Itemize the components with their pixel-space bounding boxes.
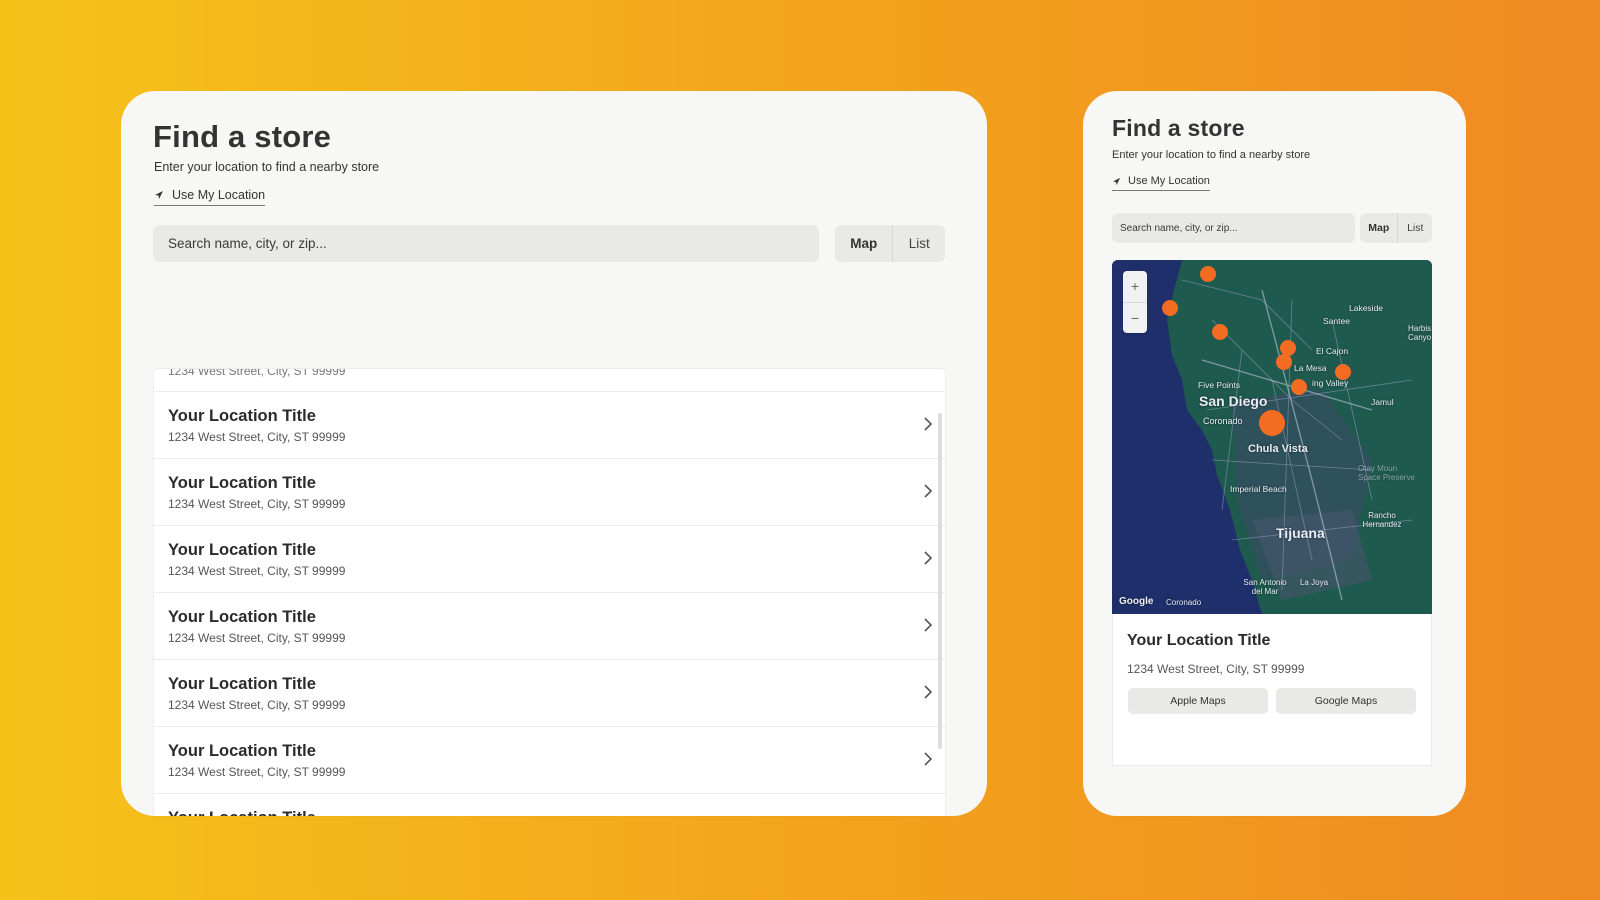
location-address: 1234 West Street, City, ST 99999 bbox=[168, 430, 346, 444]
location-address: 1234 West Street, City, ST 99999 bbox=[168, 698, 346, 712]
map-label: Rancho Hernandez bbox=[1362, 511, 1402, 529]
location-address: 1234 West Street, City, ST 99999 bbox=[168, 631, 346, 645]
use-my-location-link[interactable]: Use My Location bbox=[154, 188, 266, 206]
zoom-out-button[interactable]: − bbox=[1123, 303, 1147, 334]
zoom-in-button[interactable]: + bbox=[1123, 271, 1147, 303]
location-address: 1234 West Street, City, ST 99999 bbox=[168, 497, 346, 511]
store-pin-cluster[interactable] bbox=[1259, 410, 1285, 436]
chevron-right-icon bbox=[924, 551, 933, 565]
location-arrow-icon bbox=[1112, 177, 1121, 185]
search-input[interactable] bbox=[153, 225, 819, 262]
chevron-right-icon bbox=[924, 618, 933, 632]
view-toggle: Map List bbox=[835, 225, 945, 262]
mobile-search-input[interactable] bbox=[1112, 213, 1355, 243]
mobile-list-view-button[interactable]: List bbox=[1398, 213, 1432, 243]
location-title: Your Location Title bbox=[168, 474, 316, 492]
mobile-page-title: Find a store bbox=[1112, 115, 1245, 141]
selected-location-title: Your Location Title bbox=[1127, 632, 1271, 649]
mobile-page-subtitle: Enter your location to find a nearby sto… bbox=[1112, 149, 1311, 161]
map-label: La Mesa bbox=[1294, 363, 1327, 373]
map-label: San Antonio del Mar bbox=[1243, 578, 1287, 596]
map-label: Tijuana bbox=[1276, 525, 1325, 541]
page-subtitle: Enter your location to find a nearby sto… bbox=[154, 160, 380, 174]
selected-location-card: Your Location Title 1234 West Street, Ci… bbox=[1112, 614, 1432, 766]
map-label: Five Points bbox=[1198, 380, 1241, 390]
chevron-right-icon bbox=[924, 484, 933, 498]
location-address: 1234 West Street, City, ST 99999 bbox=[168, 765, 346, 779]
list-scrollbar[interactable] bbox=[938, 413, 942, 749]
map-label: ing Valley bbox=[1312, 378, 1349, 388]
list-view-button[interactable]: List bbox=[893, 225, 945, 262]
list-item-partial[interactable]: 1234 West Street, City, ST 99999 bbox=[154, 369, 945, 392]
map-label: Coronado bbox=[1203, 416, 1243, 426]
map-label: El Cajon bbox=[1316, 346, 1349, 356]
map-label: Chula Vista bbox=[1248, 443, 1308, 455]
location-list-item[interactable]: Your Location Title 1234 West Street, Cit… bbox=[154, 392, 945, 459]
store-pin[interactable] bbox=[1280, 340, 1296, 356]
location-list-item[interactable]: Your Location Title1234 West Street, Cit… bbox=[154, 794, 945, 816]
location-list-item[interactable]: Your Location Title 1234 West Street, Cit… bbox=[154, 727, 945, 794]
location-list-item[interactable]: Your Location Title 1234 West Street, Cit… bbox=[154, 660, 945, 727]
location-title: Your Location Title bbox=[168, 541, 316, 559]
location-address: 1234 West Street, City, ST 99999 bbox=[168, 564, 346, 578]
location-list-item[interactable]: Your Location Title 1234 West Street, Cit… bbox=[154, 593, 945, 660]
google-maps-button[interactable]: Google Maps bbox=[1276, 688, 1416, 714]
location-title: Your Location Title bbox=[168, 742, 316, 760]
map-label: Santee bbox=[1323, 316, 1350, 326]
location-list-item[interactable]: Your Location Title 1234 West Street, Cit… bbox=[154, 459, 945, 526]
use-my-location-label: Use My Location bbox=[172, 188, 266, 202]
map-zoom-controls: + − bbox=[1123, 271, 1147, 333]
page-title: Find a store bbox=[153, 119, 332, 154]
location-title: Your Location Title bbox=[168, 407, 316, 425]
map-label: Jamul bbox=[1371, 397, 1394, 407]
store-pin[interactable] bbox=[1276, 354, 1292, 370]
store-map[interactable]: + − San Diego Chula Vista Tijuana Corona… bbox=[1112, 260, 1432, 614]
apple-maps-button[interactable]: Apple Maps bbox=[1128, 688, 1268, 714]
map-label: Imperial Beach bbox=[1230, 484, 1287, 494]
location-title: Your Location Title bbox=[168, 809, 316, 816]
location-list: 1234 West Street, City, ST 99999 Your Lo… bbox=[153, 368, 946, 816]
map-canvas[interactable] bbox=[1112, 260, 1432, 614]
mobile-view-toggle: Map List bbox=[1360, 213, 1432, 243]
location-arrow-icon bbox=[155, 191, 163, 199]
chevron-right-icon bbox=[924, 685, 933, 699]
location-title: Your Location Title bbox=[168, 608, 316, 626]
store-pin[interactable] bbox=[1200, 266, 1216, 282]
location-list-item[interactable]: Your Location Title 1234 West Street, Cit… bbox=[154, 526, 945, 593]
map-label: San Diego bbox=[1199, 393, 1268, 409]
mobile-use-my-location-label: Use My Location bbox=[1128, 175, 1210, 187]
mobile-map-view-button[interactable]: Map bbox=[1360, 213, 1399, 243]
mobile-store-finder: Find a store Enter your location to find… bbox=[1083, 91, 1466, 816]
store-pin[interactable] bbox=[1291, 379, 1307, 395]
store-pin[interactable] bbox=[1162, 300, 1178, 316]
map-label: Harbis Canyo bbox=[1408, 324, 1432, 342]
store-pin[interactable] bbox=[1212, 324, 1228, 340]
mobile-use-my-location-link[interactable]: Use My Location bbox=[1112, 175, 1210, 191]
partial-address: 1234 West Street, City, ST 99999 bbox=[168, 369, 346, 378]
selected-location-address: 1234 West Street, City, ST 99999 bbox=[1127, 662, 1305, 676]
location-title: Your Location Title bbox=[168, 675, 316, 693]
map-attribution: Coronado bbox=[1166, 598, 1202, 607]
map-label: Lakeside bbox=[1349, 303, 1384, 313]
chevron-right-icon bbox=[924, 752, 933, 766]
map-label: Otay Moun Space Preserve bbox=[1358, 464, 1415, 482]
map-view-button[interactable]: Map bbox=[835, 225, 894, 262]
map-label: La Joya bbox=[1300, 578, 1329, 587]
google-logo: Google bbox=[1119, 596, 1154, 607]
desktop-store-finder: Find a store Enter your location to find… bbox=[121, 91, 987, 816]
chevron-right-icon bbox=[924, 417, 933, 431]
